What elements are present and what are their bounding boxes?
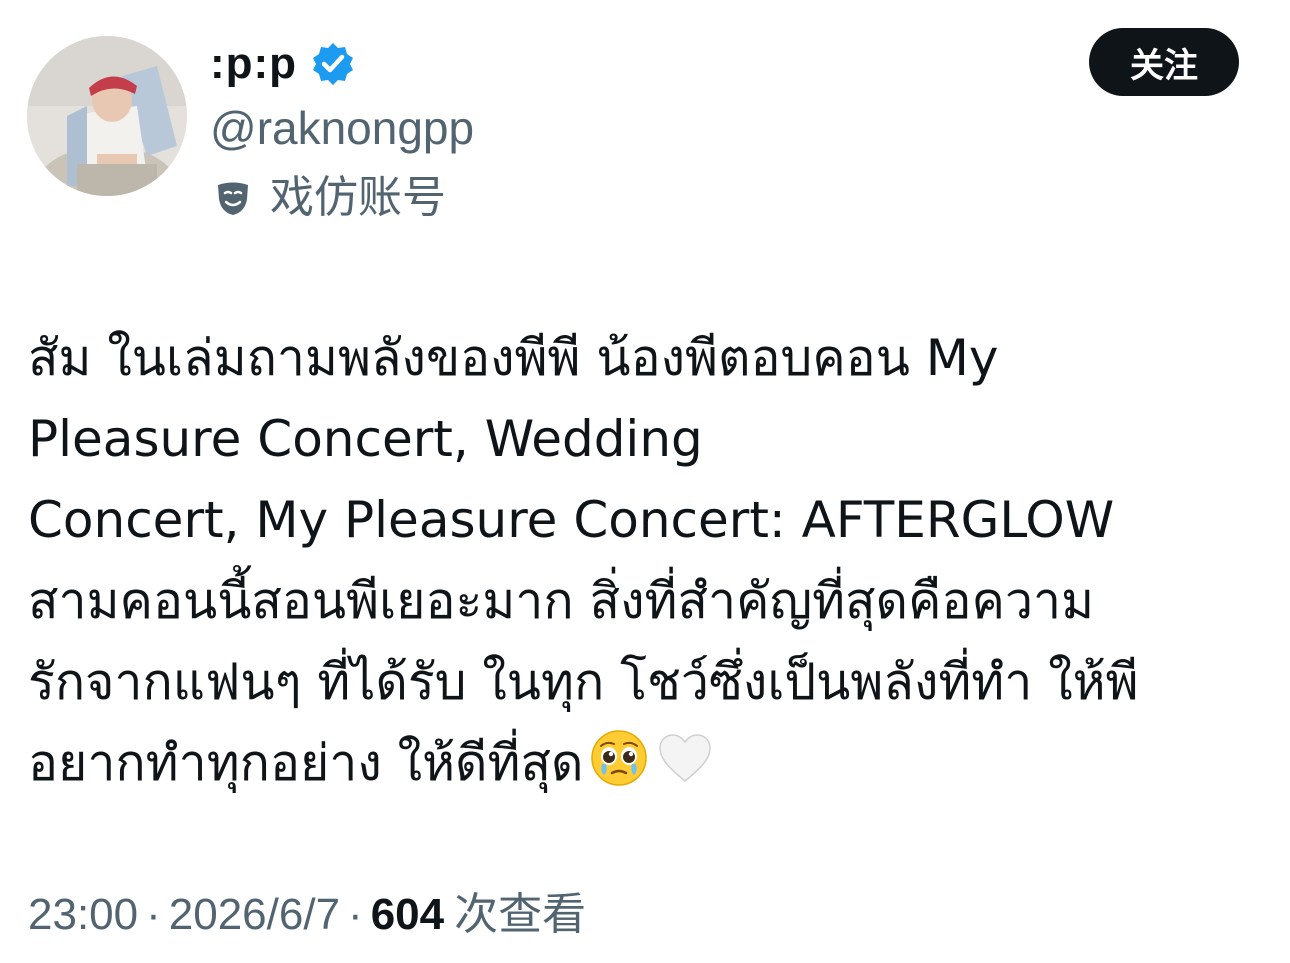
pleading-face-emoji-icon [589,728,649,788]
tweet-text-line: รักจากแฟนๆ ที่ได้รับ ในทุก โชว์ซึ่งเป็นพ… [28,653,1139,711]
tweet-text-line: อยากทำทุกอย่าง ให้ดีที่สุด [28,734,584,792]
white-heart-emoji-icon [655,728,715,788]
display-name-row: :p:p [210,34,357,94]
display-name[interactable]: :p:p [210,34,297,94]
view-count: 604 [370,890,445,939]
theater-mask-icon [214,179,252,217]
parody-label-text: 戏仿账号 [270,173,446,222]
follow-button[interactable]: 关注 [1089,28,1239,96]
profile-photo-icon [27,36,187,196]
tweet-text-line: สัม ในเล่มถามพลังของพีพี น้องพีตอบคอน My [28,329,999,387]
avatar[interactable] [27,36,187,196]
tweet-text-line: สามคอนนี้สอนพีเยอะมาก สิ่งที่สำคัญที่สุด… [28,572,1095,630]
tweet-text-line: Concert, My Pleasure Concert: AFTERGLOW [28,491,1115,549]
meta-separator: · [146,890,161,939]
tweet-text: สัม ในเล่มถามพลังของพีพี น้องพีตอบคอน My… [28,318,1268,804]
tweet-date[interactable]: 2026/6/7 [169,890,340,939]
meta-separator: · [348,890,363,939]
tweet-text-line: Pleasure Concert, Wedding [28,410,703,468]
tweet-text-last-line: อยากทำทุกอย่าง ให้ดีที่สุด [28,723,1268,804]
parody-account-label: 戏仿账号 [214,168,446,228]
user-handle[interactable]: @raknongpp [210,98,474,158]
verified-badge-icon[interactable] [309,40,357,88]
tweet-meta: 23:00 · 2026/6/7 · 604 次查看 [28,882,586,948]
views-label: 次查看 [454,889,587,940]
tweet-time[interactable]: 23:00 [28,890,138,939]
tweet-card: :p:p @raknongpp 戏仿账号 关注 สัม ในเล่มถามพลั… [0,0,1290,963]
